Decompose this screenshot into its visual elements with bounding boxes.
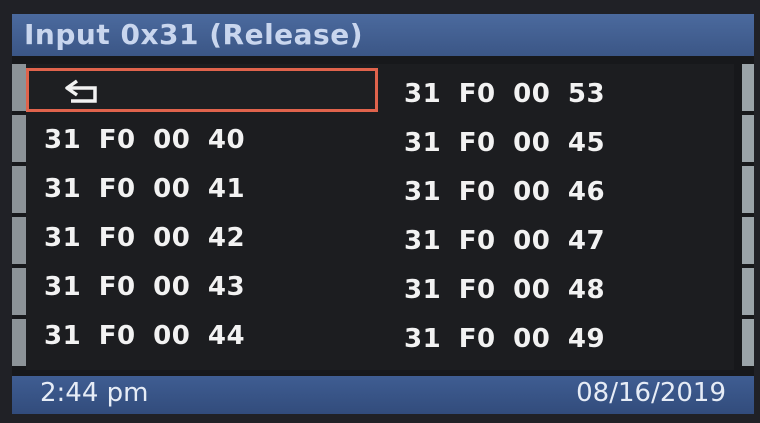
rail-segment xyxy=(734,115,754,162)
list-item[interactable]: 31 F0 00 48 xyxy=(404,268,605,312)
rail-segment xyxy=(734,217,754,264)
list-item[interactable]: 31 F0 00 46 xyxy=(404,170,605,214)
clock-time: 2:44 pm xyxy=(40,378,149,408)
rail-segment xyxy=(734,166,754,213)
title-bar: Input 0x31 (Release) xyxy=(12,14,754,56)
rail-segment xyxy=(12,319,26,366)
rail-segment xyxy=(734,319,754,366)
left-scroll-rail xyxy=(12,64,26,370)
screen: Input 0x31 (Release) 31 F0 00 40 31 F0 0… xyxy=(12,14,754,414)
page-title: Input 0x31 (Release) xyxy=(24,18,363,51)
list-item[interactable]: 31 F0 00 40 xyxy=(44,118,245,162)
rail-segment xyxy=(12,268,26,315)
list-item[interactable]: 31 F0 00 41 xyxy=(44,167,245,211)
list-item[interactable]: 31 F0 00 43 xyxy=(44,265,245,309)
status-bar: 2:44 pm 08/16/2019 xyxy=(12,376,754,414)
list-item[interactable]: 31 F0 00 42 xyxy=(44,216,245,260)
rail-segment xyxy=(12,217,26,264)
list-item[interactable]: 31 F0 00 53 xyxy=(404,72,605,116)
list-item[interactable]: 31 F0 00 44 xyxy=(44,314,245,358)
back-arrow-icon xyxy=(65,79,97,103)
menu-list: 31 F0 00 40 31 F0 00 41 31 F0 00 42 31 F… xyxy=(26,64,734,370)
clock-date: 08/16/2019 xyxy=(576,378,726,408)
back-button[interactable] xyxy=(26,68,378,112)
rail-segment xyxy=(734,268,754,315)
right-scroll-rail xyxy=(734,64,754,370)
list-item[interactable]: 31 F0 00 45 xyxy=(404,121,605,165)
list-item[interactable]: 31 F0 00 47 xyxy=(404,219,605,263)
rail-segment xyxy=(12,115,26,162)
list-item[interactable]: 31 F0 00 49 xyxy=(404,317,605,361)
rail-segment xyxy=(12,166,26,213)
rail-segment xyxy=(734,64,754,111)
rail-segment xyxy=(12,64,26,111)
